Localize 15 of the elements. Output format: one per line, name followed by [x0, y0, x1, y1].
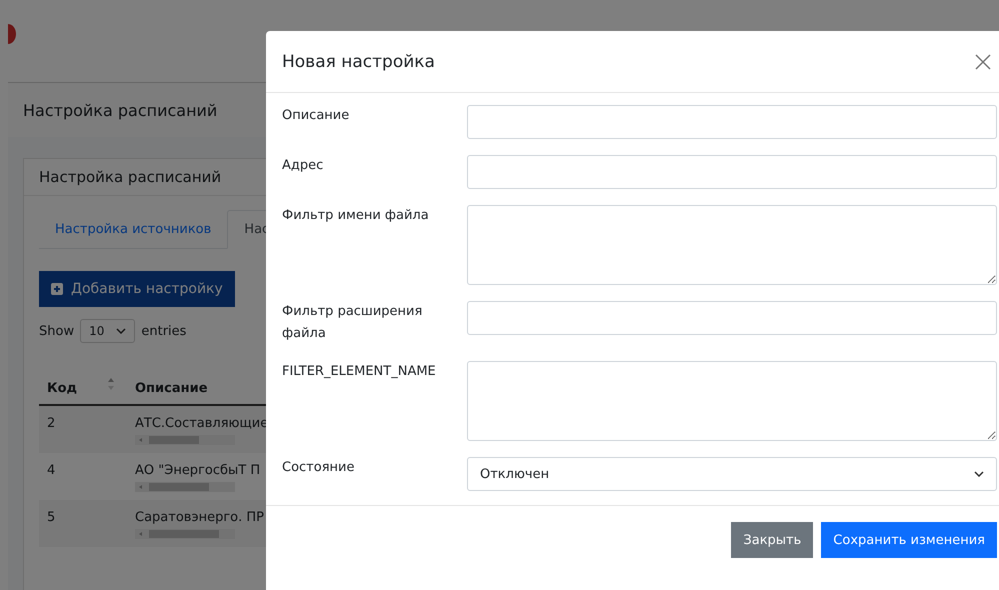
- field-label: Фильтр расширения файла: [282, 303, 424, 343]
- table-cell: Саратовэнерго. ПР: [135, 510, 264, 525]
- field-label: Адрес: [282, 157, 324, 175]
- table-cell: АТС.Составляющие: [135, 416, 268, 431]
- table-cell: 5: [47, 510, 56, 525]
- field-label: Описание: [282, 107, 350, 125]
- field-label: Состояние: [282, 459, 356, 477]
- table-cell: АО "ЭнергосбыТ П: [135, 463, 260, 478]
- show-label: Show: [39, 324, 74, 338]
- modal-title: Новая настройка: [282, 52, 435, 72]
- table-cell: 2: [47, 416, 56, 431]
- table-cell: 4: [47, 463, 56, 478]
- page-title: Настройка расписаний: [23, 100, 218, 120]
- entries-label: entries: [141, 324, 186, 338]
- card-title: Настройка расписаний: [39, 168, 222, 186]
